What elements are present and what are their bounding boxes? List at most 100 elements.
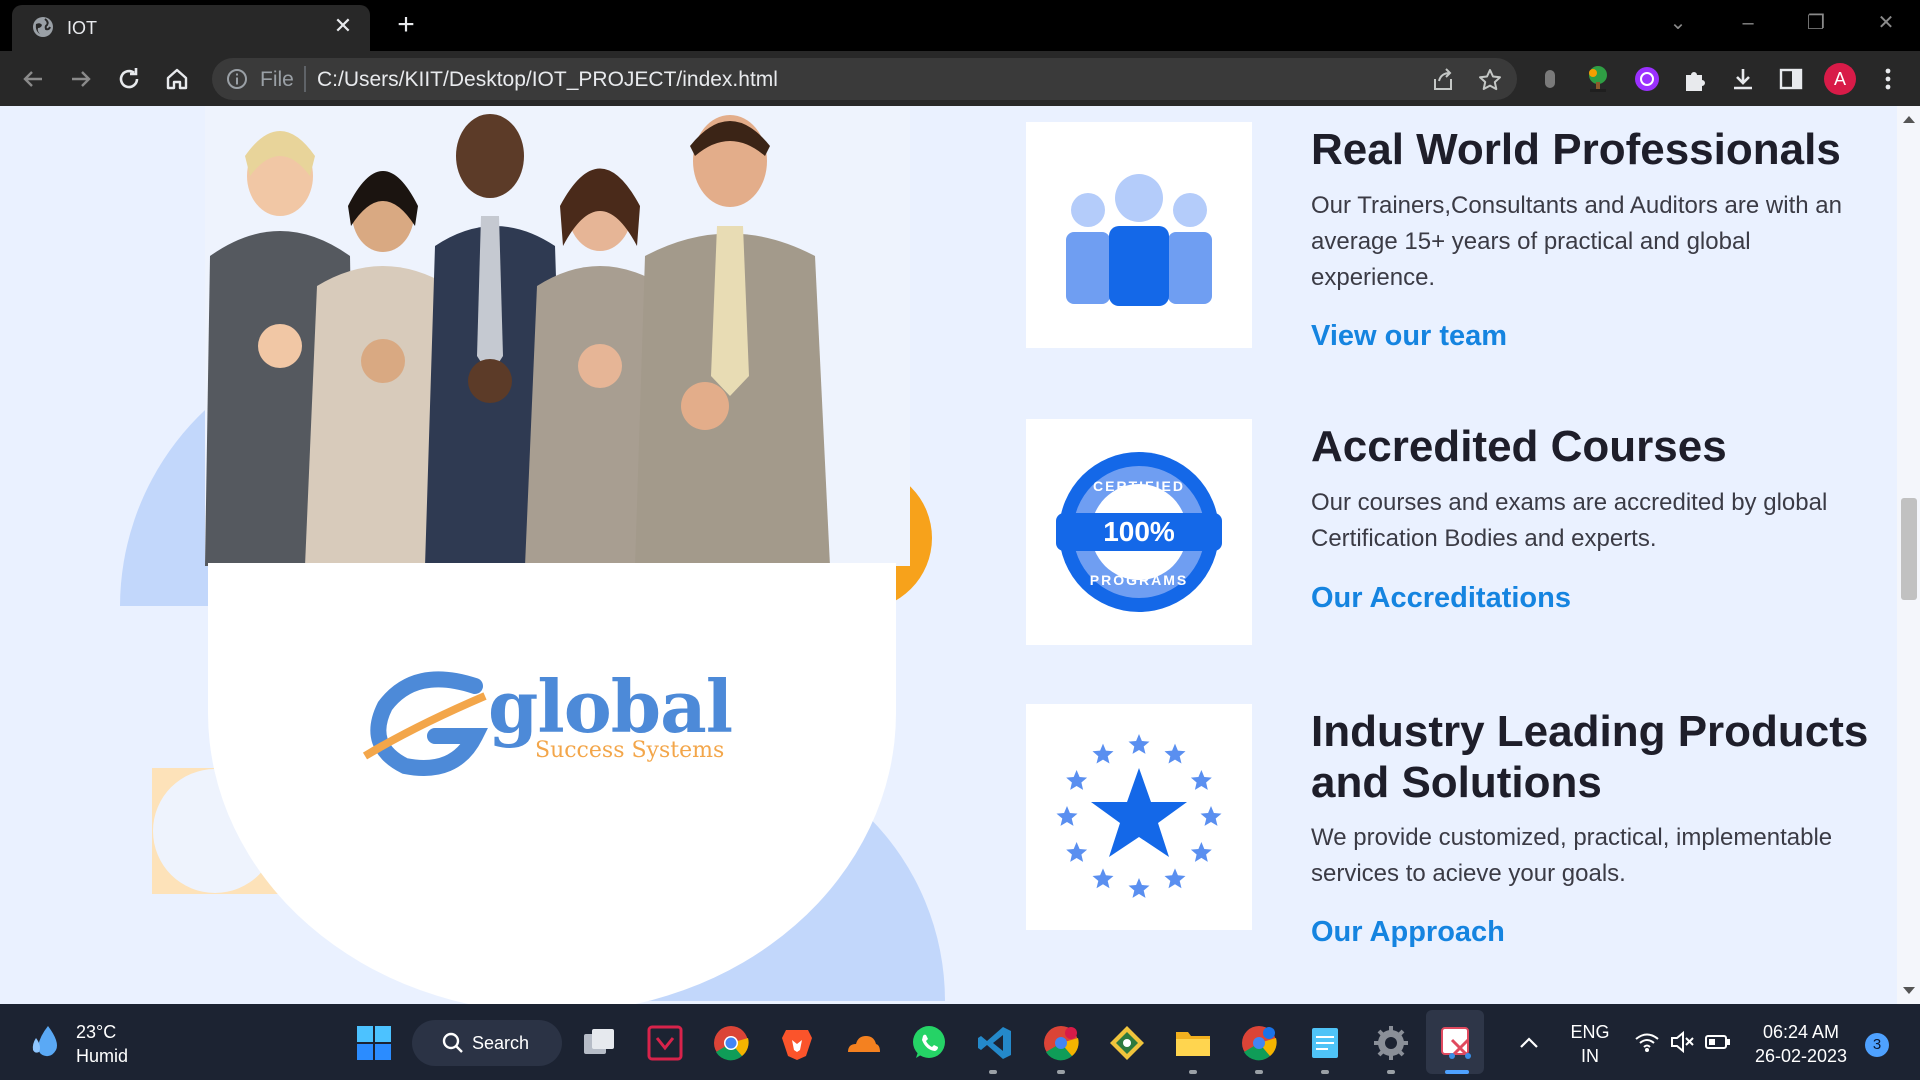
- search-label: Search: [472, 1033, 530, 1053]
- chrome-profile-icon[interactable]: [1042, 1024, 1080, 1062]
- view-team-link[interactable]: View our team: [1311, 320, 1507, 353]
- minimize-button[interactable]: –: [1728, 8, 1768, 38]
- ring-star-icon: [1128, 878, 1150, 898]
- home-icon: [166, 68, 188, 90]
- scroll-thumb[interactable]: [1901, 498, 1917, 600]
- chevron-up-icon[interactable]: [1514, 1028, 1544, 1058]
- ring-star-icon: [1164, 743, 1186, 764]
- vscode-icon[interactable]: [976, 1024, 1014, 1062]
- our-accreditations-link[interactable]: Our Accreditations: [1311, 582, 1571, 615]
- ring-star-icon: [1164, 868, 1186, 889]
- ring-star-icon: [1066, 770, 1088, 790]
- scroll-down-arrow[interactable]: [1903, 987, 1915, 994]
- weather-temperature[interactable]: 23°C: [76, 1022, 116, 1043]
- ring-star-icon: [1190, 842, 1212, 862]
- extension-purple-icon[interactable]: [1632, 64, 1662, 94]
- address-bar[interactable]: File C:/Users/KIIT/Desktop/IOT_PROJECT/i…: [212, 58, 1517, 100]
- tab-title: IOT: [67, 18, 97, 38]
- windows-start-icon[interactable]: [355, 1024, 393, 1062]
- star-ring-icon: [1056, 734, 1222, 898]
- ring-star-icon: [1056, 806, 1078, 826]
- home-button[interactable]: [160, 62, 194, 96]
- ring-star-icon: [1066, 842, 1088, 862]
- git-diamond-icon[interactable]: [1108, 1024, 1146, 1062]
- browser-tab[interactable]: IOT ✕: [12, 5, 370, 51]
- badge-bottom-text: PROGRAMS: [1090, 572, 1188, 588]
- profile-avatar[interactable]: A: [1824, 63, 1856, 95]
- feature-card-icon: 100% CERTIFIED PROGRAMS: [1026, 419, 1252, 645]
- snipping-tool-icon[interactable]: [1438, 1024, 1476, 1062]
- cloudflare-icon[interactable]: [844, 1024, 882, 1062]
- team-icon: [1066, 174, 1212, 306]
- extension-mouse-icon[interactable]: [1535, 64, 1565, 94]
- menu-kebab-icon[interactable]: [1873, 64, 1903, 94]
- speaker-muted-icon[interactable]: [1668, 1028, 1696, 1056]
- forward-button[interactable]: [64, 62, 98, 96]
- download-icon[interactable]: [1728, 64, 1758, 94]
- arrow-left-icon: [23, 71, 42, 87]
- clock-time[interactable]: 06:24 AM: [1746, 1022, 1856, 1043]
- language-indicator[interactable]: ENG: [1568, 1022, 1612, 1043]
- ring-star-icon: [1190, 770, 1212, 790]
- ring-star-icon: [1200, 806, 1222, 826]
- url-text[interactable]: C:/Users/KIIT/Desktop/IOT_PROJECT/index.…: [317, 68, 778, 92]
- notification-badge[interactable]: 3: [1865, 1033, 1889, 1057]
- new-tab-button[interactable]: +: [390, 10, 422, 42]
- divider: [304, 66, 306, 92]
- feature-title: Real World Professionals: [1311, 125, 1841, 174]
- notepad-icon[interactable]: [1306, 1024, 1344, 1062]
- clock-date[interactable]: 26-02-2023: [1746, 1046, 1856, 1067]
- certified-badge-icon: 100% CERTIFIED PROGRAMS: [1056, 452, 1222, 612]
- feature-description: We provide customized, practical, implem…: [1311, 824, 1833, 887]
- task-view-icon[interactable]: [580, 1024, 618, 1062]
- tab-strip: IOT ✕ + ⌄ – ❐ ✕: [0, 0, 1920, 51]
- scroll-up-arrow[interactable]: [1903, 116, 1915, 123]
- bookmark-star-icon[interactable]: [1477, 67, 1503, 93]
- badge-percentage: 100%: [1103, 516, 1175, 547]
- our-approach-link[interactable]: Our Approach: [1311, 916, 1505, 949]
- weather-humid-icon[interactable]: [30, 1024, 62, 1058]
- share-icon[interactable]: [1430, 67, 1456, 93]
- vivaldi-red-app-icon[interactable]: [646, 1024, 684, 1062]
- badge-top-text: CERTIFIED: [1093, 478, 1185, 494]
- back-button[interactable]: [16, 62, 50, 96]
- windows-taskbar: 23°C Humid Search ENG IN 06:24 AM 26-02-…: [0, 1004, 1920, 1080]
- side-panel-icon[interactable]: [1776, 64, 1806, 94]
- reload-icon: [119, 68, 139, 89]
- close-window-button[interactable]: ✕: [1866, 8, 1906, 38]
- scheme-label: File: [260, 68, 294, 91]
- settings-gear-icon[interactable]: [1372, 1024, 1410, 1062]
- feature-title: Industry Leading Products and Solutions: [1311, 707, 1869, 807]
- tab-search-icon[interactable]: ⌄: [1658, 8, 1698, 38]
- close-tab-icon[interactable]: ✕: [330, 13, 356, 39]
- battery-icon[interactable]: [1704, 1028, 1732, 1056]
- info-icon[interactable]: [226, 68, 248, 90]
- feature-description: Our Trainers,Consultants and Auditors ar…: [1311, 192, 1842, 291]
- professionals-photo: [205, 106, 910, 566]
- feature-card-icon: [1026, 704, 1252, 930]
- globe-icon: [33, 17, 53, 37]
- ring-star-icon: [1092, 743, 1114, 764]
- page-viewport: global Success Systems Real World Profes…: [0, 106, 1897, 1004]
- brave-icon[interactable]: [778, 1024, 816, 1062]
- feature-title: Accredited Courses: [1311, 422, 1727, 471]
- ring-star-icon: [1128, 734, 1150, 754]
- wifi-icon[interactable]: [1633, 1028, 1661, 1056]
- whatsapp-icon[interactable]: [910, 1024, 948, 1062]
- chrome-profile2-icon[interactable]: [1240, 1024, 1278, 1062]
- file-explorer-icon[interactable]: [1174, 1024, 1212, 1062]
- feature-description: Our courses and exams are accredited by …: [1311, 489, 1828, 552]
- weather-condition[interactable]: Humid: [76, 1046, 128, 1067]
- chrome-icon[interactable]: [712, 1024, 750, 1062]
- logo-wordmark: global: [488, 664, 733, 749]
- extension-tree-icon[interactable]: [1583, 64, 1613, 94]
- restore-button[interactable]: ❐: [1796, 8, 1836, 38]
- reload-button[interactable]: [112, 62, 146, 96]
- vertical-scrollbar[interactable]: [1897, 106, 1920, 1004]
- region-indicator[interactable]: IN: [1568, 1046, 1612, 1067]
- extensions-puzzle-icon[interactable]: [1680, 64, 1710, 94]
- ring-star-icon: [1092, 868, 1114, 889]
- taskbar-search-button[interactable]: Search: [412, 1020, 562, 1066]
- logo-tagline: Success Systems: [535, 738, 725, 763]
- arrow-right-icon: [72, 71, 91, 87]
